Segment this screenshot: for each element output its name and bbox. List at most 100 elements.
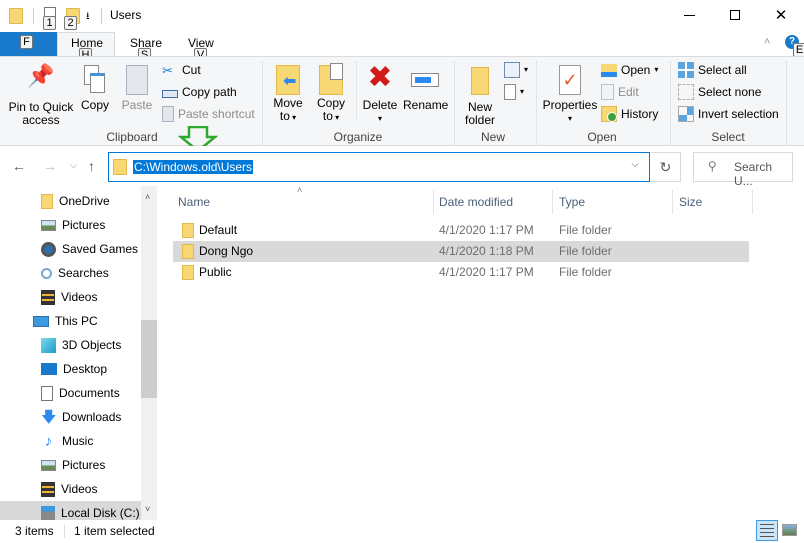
file-row[interactable]: Dong Ngo 4/1/2020 1:18 PM File folder <box>173 241 749 262</box>
properties-button[interactable]: ✓ Properties ▾ <box>542 61 598 125</box>
nav-item-pictures[interactable]: Pictures <box>41 453 105 477</box>
back-arrow-icon: ← <box>12 158 26 174</box>
nav-item-onedrive[interactable]: OneDrive <box>41 189 110 213</box>
paste-shortcut-button[interactable]: Paste shortcut <box>162 105 255 123</box>
search-box[interactable]: ⚲ Search U... <box>693 152 793 188</box>
address-bar[interactable]: C:\Windows.old\Users ⌵ <box>108 152 650 182</box>
nav-item-saved-games[interactable]: Saved Games <box>41 237 138 261</box>
file-name: Default <box>199 223 238 237</box>
nav-scrollbar-thumb[interactable] <box>141 320 157 398</box>
pin-label-2: access <box>22 113 60 127</box>
collapse-ribbon-icon[interactable]: ˄ <box>764 36 770 48</box>
new-folder-label-2: folder <box>464 113 496 127</box>
paste-shortcut-label: Paste shortcut <box>178 107 255 121</box>
nav-item-desktop[interactable]: Desktop <box>41 357 107 381</box>
column-divider[interactable] <box>552 190 553 214</box>
paste-button[interactable]: Paste <box>120 61 154 112</box>
status-divider <box>64 525 65 538</box>
nav-scrollbar[interactable]: ˄ ˅ <box>141 186 157 520</box>
cut-button[interactable]: ✂ Cut <box>162 61 201 79</box>
copy-path-icon <box>162 90 178 98</box>
history-button[interactable]: History <box>601 105 658 123</box>
search-input[interactable]: Search U... <box>734 160 792 188</box>
copy-to-label-2: to <box>322 109 333 123</box>
close-icon: ✕ <box>774 7 788 24</box>
toolbar-divider <box>33 8 34 24</box>
ribbon: 📌 Pin to Quick access Copy Paste ✂ Cut C… <box>0 56 804 146</box>
scroll-down-icon[interactable]: ˅ <box>145 504 150 514</box>
invert-selection-button[interactable]: Invert selection <box>678 105 779 123</box>
nav-item-label: Pictures <box>62 458 106 472</box>
column-divider[interactable] <box>752 190 753 214</box>
close-button[interactable]: ✕ <box>758 0 804 30</box>
nav-item-label: Desktop <box>63 362 108 376</box>
details-view-button[interactable] <box>756 520 778 541</box>
copy-to-button[interactable]: Copy to ▾ <box>313 61 349 124</box>
column-divider[interactable] <box>433 190 434 214</box>
group-divider <box>536 61 537 145</box>
address-dropdown-icon[interactable]: ⌵ <box>631 159 639 170</box>
title-bar: 1 2 ⭳ Users ✕ <box>0 0 804 32</box>
select-none-button[interactable]: Select none <box>678 83 761 101</box>
keytip-f: F <box>20 35 33 49</box>
file-type: File folder <box>559 223 612 237</box>
nav-item-searches[interactable]: Searches <box>41 261 109 285</box>
easy-access-button[interactable]: ▾ <box>504 83 524 101</box>
pin-icon: 📌 <box>27 63 55 88</box>
delete-label: Delete <box>362 98 398 112</box>
column-header-size[interactable]: Size <box>679 195 702 209</box>
scroll-up-icon[interactable]: ˄ <box>145 192 150 202</box>
column-divider[interactable] <box>672 190 673 214</box>
selection-count: 1 item selected <box>74 524 155 538</box>
edit-button[interactable]: Edit <box>601 83 639 101</box>
maximize-button[interactable] <box>712 0 758 30</box>
minimize-button[interactable] <box>666 0 712 30</box>
file-tab[interactable]: F <box>0 32 57 56</box>
column-header-date-modified[interactable]: Date modified <box>439 195 513 209</box>
nav-item-pictures[interactable]: Pictures <box>41 213 105 237</box>
move-to-button[interactable]: ⬅ Move to ▾ <box>270 61 306 124</box>
nav-item-videos[interactable]: Videos <box>41 477 97 501</box>
nav-item-this-pc[interactable]: This PC <box>33 309 98 333</box>
file-row[interactable]: Public 4/1/2020 1:17 PM File folder <box>173 262 749 283</box>
nav-item-label: Searches <box>58 266 109 280</box>
back-button[interactable]: ← <box>12 158 26 174</box>
chevron-down-icon: ⌵ <box>70 160 77 170</box>
nav-item-label: Documents <box>59 386 120 400</box>
copy-button[interactable]: Copy <box>79 61 111 112</box>
refresh-button[interactable]: ↻ <box>651 152 681 182</box>
customize-dropdown-icon[interactable]: ⭳ <box>86 9 90 26</box>
nav-item-videos[interactable]: Videos <box>41 285 97 309</box>
nav-item-label: 3D Objects <box>62 338 122 352</box>
navigation-pane: OneDrive Pictures Saved Games Searches Video… <box>0 186 157 525</box>
open-label: Open <box>621 63 651 77</box>
column-header-name[interactable]: Name <box>178 195 210 209</box>
search-icon: ⚲ <box>708 159 717 173</box>
open-button[interactable]: Open ▾ <box>601 61 658 79</box>
move-to-label-2: to <box>279 109 290 123</box>
nav-item-label: OneDrive <box>59 194 110 208</box>
forward-button[interactable]: → <box>43 158 57 174</box>
nav-item-3d-objects[interactable]: 3D Objects <box>41 333 121 357</box>
computer-icon <box>33 315 49 327</box>
address-folder-icon <box>113 159 127 175</box>
pictures-icon <box>41 219 56 231</box>
large-icons-view-button[interactable] <box>782 524 797 536</box>
rename-button[interactable]: Rename <box>403 61 448 112</box>
file-list: ˄ Name Date modified Type Size Default 4/… <box>157 185 804 520</box>
recent-locations-button[interactable]: ⌵ <box>70 160 77 171</box>
delete-button[interactable]: ✖ Delete ▾ <box>362 61 398 125</box>
new-item-button[interactable]: ▾ <box>504 61 528 79</box>
column-header-type[interactable]: Type <box>559 195 585 209</box>
select-all-button[interactable]: Select all <box>678 61 747 79</box>
nav-item-documents[interactable]: Documents <box>41 381 120 405</box>
nav-item-music[interactable]: ♪ Music <box>41 429 94 453</box>
nav-item-downloads[interactable]: 🡇 Downloads <box>41 405 121 429</box>
file-row[interactable]: Default 4/1/2020 1:17 PM File folder <box>173 220 749 241</box>
new-folder-button[interactable]: New folder <box>460 61 500 127</box>
up-button[interactable]: ↑ <box>88 158 95 174</box>
file-date: 4/1/2020 1:18 PM <box>439 244 534 258</box>
copy-path-button[interactable]: Copy path <box>162 83 237 101</box>
address-input[interactable]: C:\Windows.old\Users <box>133 160 254 174</box>
pin-to-quick-access-button[interactable]: 📌 Pin to Quick access <box>6 61 76 127</box>
